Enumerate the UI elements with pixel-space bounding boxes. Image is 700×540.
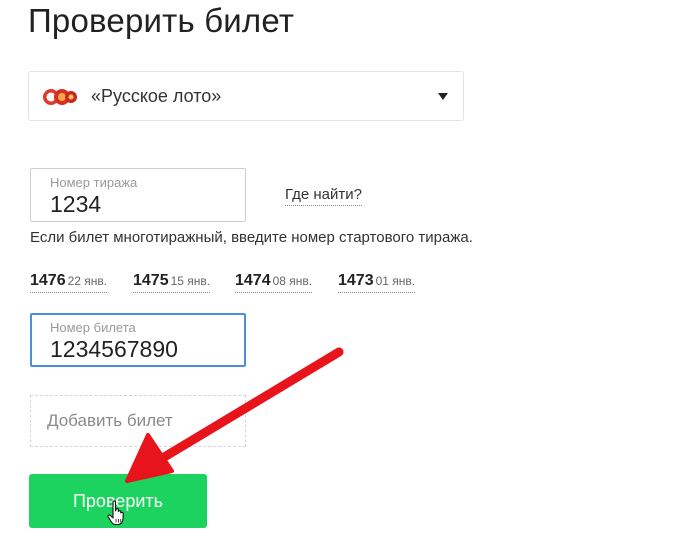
recent-draw-chip[interactable]: 1473 01 янв. bbox=[338, 272, 416, 293]
hand-cursor-icon bbox=[107, 500, 124, 526]
recent-draw-chip[interactable]: 1476 22 янв. bbox=[30, 272, 108, 293]
page-title: Проверить билет bbox=[28, 2, 295, 39]
draw-chip-number: 1476 bbox=[30, 272, 66, 289]
draw-chip-number: 1475 bbox=[133, 272, 169, 289]
multi-draw-hint: Если билет многотиражный, введите номер … bbox=[30, 229, 473, 246]
draw-number-input[interactable]: 1234 bbox=[50, 191, 101, 218]
recent-draw-chip[interactable]: 1475 15 янв. bbox=[133, 272, 211, 293]
draw-chip-date: 22 янв. bbox=[67, 274, 108, 288]
recent-draw-chip[interactable]: 1474 08 янв. bbox=[235, 272, 313, 293]
lottery-name: «Русское лото» bbox=[91, 86, 222, 106]
add-ticket-label: Добавить билет bbox=[47, 411, 173, 430]
ticket-number-label: Номер билета bbox=[50, 320, 136, 335]
where-to-find-link[interactable]: Где найти? bbox=[285, 186, 362, 206]
draw-chip-date: 15 янв. bbox=[170, 274, 211, 288]
draw-chip-date: 01 янв. bbox=[375, 274, 416, 288]
draw-chip-number: 1474 bbox=[235, 272, 271, 289]
chevron-down-icon[interactable] bbox=[438, 93, 448, 100]
draw-number-field[interactable]: Номер тиража 1234 bbox=[30, 168, 246, 222]
draw-number-label: Номер тиража bbox=[50, 175, 138, 190]
ticket-number-input[interactable]: 1234567890 bbox=[50, 336, 178, 363]
draw-chip-number: 1473 bbox=[338, 272, 374, 289]
ticket-number-field[interactable]: Номер билета 1234567890 bbox=[30, 313, 246, 367]
draw-chip-date: 08 янв. bbox=[272, 274, 313, 288]
russkoe-loto-logo-icon bbox=[43, 89, 77, 105]
lottery-select[interactable]: «Русское лото» bbox=[28, 71, 464, 121]
add-ticket-button[interactable]: Добавить билет bbox=[30, 395, 246, 447]
